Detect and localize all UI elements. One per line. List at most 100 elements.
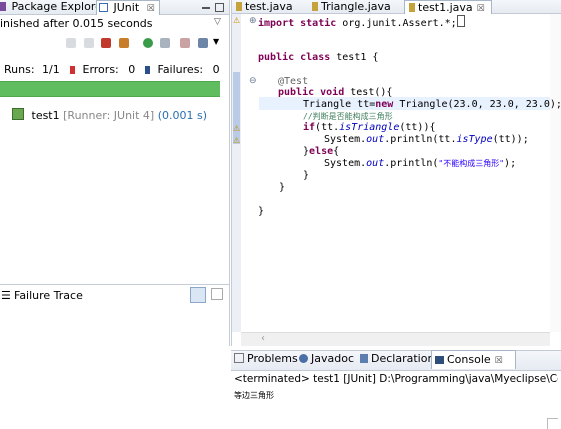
code-line[interactable]: import static org.junit.Assert.*; bbox=[258, 15, 465, 30]
tab-console[interactable]: Console ☒ bbox=[431, 350, 516, 369]
fold-icon[interactable]: ⊖ bbox=[249, 76, 257, 86]
string-literal: "不能构成三角形" bbox=[438, 159, 505, 168]
scroll-left-icon[interactable]: ‹ bbox=[261, 333, 265, 344]
fold-icon[interactable]: ⊕ bbox=[249, 16, 257, 26]
failure-trace-label: Failure Trace bbox=[14, 289, 83, 302]
code-line[interactable]: } bbox=[279, 182, 285, 194]
code-text: System. bbox=[324, 158, 367, 169]
view-menu-icon[interactable]: ▽ bbox=[214, 17, 221, 27]
test-tree-item[interactable]: test1 [Runner: JUnit 4] (0.001 s) bbox=[12, 108, 207, 122]
list-icon: ☰ bbox=[1, 289, 11, 302]
keyword: new bbox=[375, 99, 394, 110]
compare-results-icon[interactable] bbox=[211, 288, 223, 300]
tab-package-explorer[interactable]: Package Explorer bbox=[0, 0, 106, 14]
code-text: test1 { bbox=[330, 52, 379, 63]
runs-count: Runs: 1/1 bbox=[4, 63, 60, 76]
code-line[interactable]: }else{ bbox=[303, 146, 339, 158]
rerun-failed-first-icon[interactable] bbox=[160, 38, 170, 48]
code-text: System. bbox=[324, 134, 367, 145]
progress-bar bbox=[0, 81, 220, 97]
console-icon bbox=[435, 356, 444, 364]
code-line[interactable]: public void test(){ bbox=[278, 87, 392, 99]
tab-declaration[interactable]: Declaration bbox=[360, 350, 434, 368]
code-text: org.junit.Assert.*; bbox=[336, 18, 457, 29]
tab-label: JUnit bbox=[113, 1, 140, 14]
close-icon[interactable]: ☒ bbox=[495, 356, 503, 366]
filter-stack-icon[interactable] bbox=[190, 287, 206, 303]
runs-value: 1/1 bbox=[42, 63, 60, 76]
horizontal-scrollbar[interactable]: ‹ bbox=[241, 332, 550, 346]
keyword: if bbox=[303, 122, 316, 133]
java-file-icon bbox=[236, 2, 242, 11]
console-output[interactable]: 等边三角形 bbox=[234, 390, 274, 401]
stop-icon[interactable] bbox=[180, 38, 190, 48]
selection-range-indicator bbox=[233, 72, 240, 144]
failure-icon bbox=[145, 66, 150, 74]
failures-label: Failures: bbox=[157, 63, 204, 76]
failures-value: 0 bbox=[212, 63, 220, 76]
method-name: isType bbox=[456, 134, 493, 145]
code-line[interactable]: } bbox=[258, 206, 264, 218]
tab-triangle-java[interactable]: Triangle.java bbox=[312, 0, 391, 13]
vertical-scrollbar[interactable] bbox=[550, 14, 561, 332]
tab-test1-java[interactable]: test1.java ☒ bbox=[404, 0, 492, 14]
next-failure-icon[interactable] bbox=[66, 38, 76, 48]
code-text: .println(tt. bbox=[384, 134, 457, 145]
keyword: public void bbox=[278, 87, 345, 98]
errors-count: Errors: 0 bbox=[70, 63, 135, 76]
problems-icon bbox=[234, 353, 244, 363]
declaration-icon bbox=[360, 354, 368, 363]
code-text: ); bbox=[504, 158, 517, 169]
annotation-ruler bbox=[232, 14, 241, 332]
junit-view: Package Explorer JUnit ☒ inished after 0… bbox=[0, 0, 230, 346]
code-line[interactable]: if(tt.isTriangle(tt)){ bbox=[303, 122, 435, 134]
java-file-icon bbox=[409, 3, 415, 12]
scroll-lock-icon[interactable] bbox=[119, 38, 129, 48]
tab-problems[interactable]: Problems bbox=[234, 350, 298, 368]
code-text: test(){ bbox=[344, 87, 393, 98]
failure-trace-header: ☰ Failure Trace bbox=[0, 284, 229, 305]
console-header: <terminated> test1 [JUnit] D:\Programmin… bbox=[234, 373, 558, 385]
maximize-icon[interactable] bbox=[215, 3, 224, 12]
code-text: (tt)); bbox=[492, 134, 529, 145]
code-line[interactable]: System.out.println("不能构成三角形"); bbox=[324, 158, 516, 170]
tab-label: test1.java bbox=[418, 1, 473, 14]
keyword: public class bbox=[258, 52, 331, 63]
test-name: test1 bbox=[31, 109, 60, 122]
field-name: out bbox=[366, 158, 385, 169]
tab-label: Console bbox=[447, 353, 491, 366]
errors-label: Errors: bbox=[82, 63, 119, 76]
previous-failure-icon[interactable] bbox=[84, 38, 94, 48]
code-text: (tt. bbox=[315, 122, 340, 133]
code-line[interactable]: Triangle tt=new Triangle(23.0, 23.0, 23.… bbox=[303, 99, 561, 111]
rerun-icon[interactable] bbox=[143, 38, 153, 48]
tab-label: Problems bbox=[247, 352, 298, 365]
field-name: out bbox=[366, 134, 385, 145]
errors-value: 0 bbox=[128, 63, 136, 76]
tab-label: Javadoc bbox=[311, 352, 354, 365]
tab-label: Package Explorer bbox=[11, 0, 107, 13]
code-line[interactable]: } bbox=[303, 170, 309, 182]
console-view: Problems Javadoc Declaration Console ☒ <t… bbox=[231, 350, 561, 406]
show-failures-only-icon[interactable] bbox=[101, 38, 111, 48]
code-line[interactable]: public class test1 { bbox=[258, 52, 378, 64]
error-icon bbox=[70, 66, 75, 74]
close-icon[interactable]: ☒ bbox=[477, 4, 485, 14]
tab-label: Declaration bbox=[371, 352, 435, 365]
chevron-down-icon[interactable]: ▼ bbox=[213, 37, 219, 46]
test-suite-icon bbox=[12, 108, 24, 120]
resize-corner bbox=[547, 418, 558, 429]
tab-javadoc[interactable]: Javadoc bbox=[299, 350, 354, 368]
cursor-box bbox=[456, 15, 465, 27]
tab-test-java[interactable]: test.java bbox=[236, 0, 293, 13]
run-status: inished after 0.015 seconds bbox=[0, 17, 153, 30]
code-line[interactable]: System.out.println(tt.isType(tt)); bbox=[324, 134, 529, 146]
code-text: Triangle tt= bbox=[303, 99, 376, 110]
junit-icon bbox=[99, 3, 108, 12]
code-text: Triangle(23.0, 23.0, 23.0); bbox=[393, 99, 561, 110]
close-icon[interactable]: ☒ bbox=[147, 4, 155, 14]
tab-junit[interactable]: JUnit ☒ bbox=[96, 0, 160, 15]
java-file-icon bbox=[312, 2, 318, 11]
minimize-icon[interactable] bbox=[202, 7, 210, 9]
history-icon[interactable] bbox=[198, 38, 208, 48]
